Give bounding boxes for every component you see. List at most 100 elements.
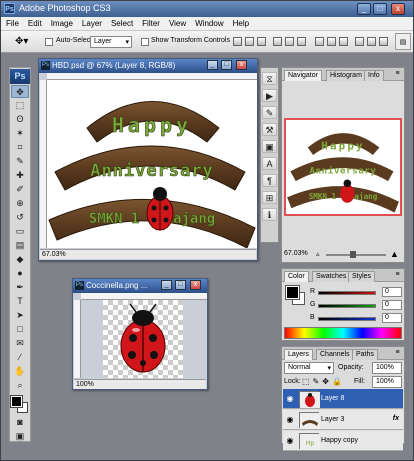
tab-channels[interactable]: Channels	[316, 349, 354, 360]
history-brush-tool-icon[interactable]: ↺	[11, 211, 29, 224]
blend-mode-dropdown[interactable]: Normal ▾	[284, 362, 334, 374]
lasso-tool-icon[interactable]: ʘ	[11, 113, 29, 126]
menu-help[interactable]: Help	[228, 17, 253, 28]
quick-mask-icon[interactable]: ◙	[11, 416, 29, 429]
dodge-tool-icon[interactable]: ●	[11, 267, 29, 280]
canvas-transparent[interactable]	[103, 300, 183, 378]
clone-source-icon[interactable]: ⊞	[262, 191, 277, 204]
character-panel-icon[interactable]: A	[262, 157, 277, 170]
type-tool-icon[interactable]: T	[11, 295, 29, 308]
close-button[interactable]: x	[391, 3, 405, 15]
channel-value[interactable]: 0	[382, 313, 402, 323]
blur-tool-icon[interactable]: ◆	[11, 253, 29, 266]
workspace-button[interactable]: ▤	[395, 33, 411, 50]
horizontal-ruler[interactable]	[47, 73, 257, 80]
layer-row[interactable]: ◉ Hp Happy copy	[283, 431, 403, 451]
tab-swatches[interactable]: Swatches	[312, 271, 351, 282]
auto-select-checkbox[interactable]	[45, 38, 53, 46]
channel-slider[interactable]	[318, 317, 376, 321]
small-horizontal-ruler[interactable]	[81, 293, 207, 300]
menu-view[interactable]: View	[164, 17, 190, 28]
distribute-bottom-icon[interactable]	[339, 37, 348, 46]
tab-layers[interactable]: Layers	[284, 349, 314, 360]
tab-info[interactable]: Info	[364, 70, 384, 81]
foreground-color-swatch[interactable]	[10, 395, 23, 408]
rectangle-tool-icon[interactable]: □	[11, 323, 29, 336]
layer-row[interactable]: ◉ Layer 3 fx	[283, 410, 403, 430]
maximize-button[interactable]: □	[373, 3, 387, 15]
channel-slider[interactable]	[318, 291, 376, 295]
screen-mode-icon[interactable]: ▣	[11, 430, 29, 443]
brush-tool-icon[interactable]: ✐	[11, 183, 29, 196]
channel-value[interactable]: 0	[382, 287, 402, 297]
history-panel-icon[interactable]: ⧖	[262, 72, 277, 85]
doc-close-button[interactable]: x	[236, 60, 247, 70]
small-vertical-ruler[interactable]	[74, 300, 81, 378]
menu-select[interactable]: Select	[106, 17, 137, 28]
move-tool-icon[interactable]: ✥	[11, 85, 29, 98]
small-document-title-bar[interactable]: Ps Coccinella.png ... _ □ x	[73, 279, 207, 293]
eye-icon[interactable]: ◉	[285, 436, 295, 446]
channel-slider[interactable]	[318, 304, 376, 308]
doc-maximize-button[interactable]: □	[221, 60, 232, 70]
slice-tool-icon[interactable]: ✎	[11, 155, 29, 168]
distribute-hcenter-icon[interactable]	[367, 37, 376, 46]
lock-options-icons[interactable]: ⬚✎✥🔒	[302, 377, 345, 386]
layers-panel-menu-icon[interactable]: ≡	[393, 349, 402, 357]
tab-navigator[interactable]: Navigator	[284, 70, 322, 81]
opacity-input[interactable]: 100%	[372, 362, 402, 374]
menu-file[interactable]: File	[1, 17, 23, 28]
layer-comps-icon[interactable]: ▣	[262, 140, 277, 153]
distribute-vcenter-icon[interactable]	[327, 37, 336, 46]
menu-edit[interactable]: Edit	[23, 17, 46, 28]
document-title-bar[interactable]: Ps HBD.psd @ 67% (Layer 8, RGB/8) _ □ x	[39, 59, 257, 73]
menu-filter[interactable]: Filter	[137, 17, 164, 28]
zoom-out-icon[interactable]: ▵	[316, 251, 324, 258]
magic-wand-tool-icon[interactable]: ✶	[11, 127, 29, 140]
align-bottom-icon[interactable]	[257, 37, 266, 46]
layer-row[interactable]: ◉ Layer 8	[283, 389, 403, 409]
navigator-zoom-value[interactable]: 67.03%	[284, 250, 308, 257]
tool-presets-icon[interactable]: ⚒	[262, 123, 277, 136]
zoom-in-icon[interactable]: ▲	[390, 249, 399, 259]
small-doc-close-button[interactable]: x	[190, 280, 201, 290]
align-vcenter-icon[interactable]	[245, 37, 254, 46]
fill-input[interactable]: 100%	[372, 376, 402, 388]
healing-brush-tool-icon[interactable]: ✚	[11, 169, 29, 182]
eyedropper-tool-icon[interactable]: ⁄	[11, 351, 29, 364]
small-zoom-level[interactable]: 100%	[76, 381, 94, 388]
panel-menu-icon[interactable]: ≡	[393, 70, 402, 78]
vertical-ruler[interactable]	[40, 80, 47, 248]
zoom-slider[interactable]	[326, 254, 386, 256]
color-spectrum-bar[interactable]	[284, 327, 402, 339]
zoom-tool-icon[interactable]: ⌕	[11, 379, 29, 392]
eraser-tool-icon[interactable]: ▭	[11, 225, 29, 238]
doc-minimize-button[interactable]: _	[207, 60, 218, 70]
color-panel-menu-icon[interactable]: ≡	[393, 271, 402, 279]
menu-window[interactable]: Window	[190, 17, 227, 28]
align-right-icon[interactable]	[297, 37, 306, 46]
brushes-panel-icon[interactable]: ✎	[262, 106, 277, 119]
tab-paths[interactable]: Paths	[352, 349, 378, 360]
eye-icon[interactable]: ◉	[285, 415, 295, 425]
menu-image[interactable]: Image	[46, 17, 77, 28]
gradient-tool-icon[interactable]: ▤	[11, 239, 29, 252]
actions-panel-icon[interactable]: ▶	[262, 89, 277, 102]
clone-stamp-tool-icon[interactable]: ⊕	[11, 197, 29, 210]
distribute-right-icon[interactable]	[379, 37, 388, 46]
color-panel-foreground[interactable]	[285, 285, 300, 300]
pen-tool-icon[interactable]: ✒	[11, 281, 29, 294]
canvas-main[interactable]: Happy Anniversary SMKN 1 Lumajang	[47, 80, 257, 248]
align-top-icon[interactable]	[233, 37, 242, 46]
path-selection-tool-icon[interactable]: ➤	[11, 309, 29, 322]
paragraph-panel-icon[interactable]: ¶	[262, 174, 277, 187]
navigator-thumbnail[interactable]: Happy Anniversary SMKN 1 Lumajang	[284, 118, 402, 216]
hand-tool-icon[interactable]: ✋	[11, 365, 29, 378]
auto-select-dropdown[interactable]: Layer ▾	[90, 36, 132, 48]
eye-icon[interactable]: ◉	[285, 394, 295, 404]
distribute-left-icon[interactable]	[355, 37, 364, 46]
show-transform-checkbox[interactable]	[141, 38, 149, 46]
notes-tool-icon[interactable]: ✉	[11, 337, 29, 350]
menu-layer[interactable]: Layer	[77, 17, 106, 28]
tab-histogram[interactable]: Histogram	[326, 70, 366, 81]
